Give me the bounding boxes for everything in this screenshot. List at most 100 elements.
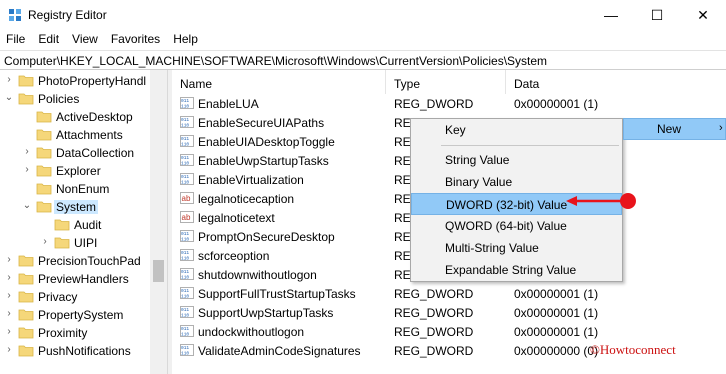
- tree-item[interactable]: › DataCollection: [0, 144, 166, 162]
- svg-text:011: 011: [181, 155, 189, 161]
- value-row[interactable]: 011 110 EnableLUA REG_DWORD 0x00000001 (1): [172, 94, 726, 113]
- value-name: PromptOnSecureDesktop: [198, 230, 335, 244]
- svg-text:110: 110: [181, 332, 189, 338]
- menu-view[interactable]: View: [66, 30, 105, 50]
- menu-file[interactable]: File: [0, 30, 32, 50]
- value-name: SupportFullTrustStartupTasks: [198, 287, 356, 301]
- dword-value-icon: 011110: [180, 268, 194, 280]
- chevron-right-icon[interactable]: ›: [4, 74, 14, 86]
- svg-text:011: 011: [181, 231, 189, 237]
- chevron-right-icon[interactable]: ›: [4, 254, 14, 266]
- tree-item[interactable]: › PushNotifications: [0, 342, 166, 360]
- tree-item-label: Explorer: [56, 164, 101, 178]
- column-header-type[interactable]: Type: [386, 70, 506, 94]
- dword-value-icon: 011110: [180, 97, 194, 109]
- tree-item-label: Audit: [74, 218, 102, 232]
- tree-item-label: System: [54, 200, 99, 214]
- tree-item-label: Policies: [38, 92, 80, 106]
- chevron-right-icon[interactable]: ›: [40, 236, 50, 248]
- tree-item[interactable]: ⌄ Policies: [0, 90, 166, 108]
- svg-text:011: 011: [181, 174, 189, 180]
- chevron-right-icon[interactable]: ›: [4, 272, 14, 284]
- value-row[interactable]: 011 110 undockwithoutlogon REG_DWORD 0x00000…: [172, 322, 726, 341]
- address-bar[interactable]: Computer\HKEY_LOCAL_MACHINE\SOFTWARE\Mic…: [0, 50, 726, 70]
- value-row[interactable]: 011 110 SupportFullTrustStartupTasks REG_DW…: [172, 284, 726, 303]
- value-name: shutdownwithoutlogon: [198, 268, 317, 282]
- value-data: 0x00000001 (1): [514, 306, 599, 320]
- tree-item[interactable]: Audit: [0, 216, 166, 234]
- svg-text:110: 110: [181, 161, 189, 167]
- tree-item[interactable]: › PreviewHandlers: [0, 270, 166, 288]
- value-row[interactable]: 011 110 SupportUwpStartupTasks REG_DWORD 0x0…: [172, 303, 726, 322]
- value-type: REG_DWORD: [394, 287, 474, 301]
- tree-scrollbar[interactable]: [150, 70, 167, 374]
- tree-item[interactable]: › PrecisionTouchPad: [0, 252, 166, 270]
- tree-item[interactable]: › PhotoPropertyHandl: [0, 72, 166, 90]
- tree-item[interactable]: › PropertySystem: [0, 306, 166, 324]
- maximize-button[interactable]: ☐: [634, 0, 680, 30]
- menu-help[interactable]: Help: [167, 30, 205, 50]
- column-header-data[interactable]: Data: [506, 70, 726, 94]
- string-value-icon: ab: [180, 211, 194, 223]
- menu-item-key[interactable]: Key: [411, 119, 622, 141]
- folder-icon: [18, 345, 34, 357]
- menu-edit[interactable]: Edit: [32, 30, 66, 50]
- minimize-button[interactable]: —: [588, 0, 634, 30]
- tree-item[interactable]: › Privacy: [0, 288, 166, 306]
- folder-icon: [18, 93, 34, 105]
- folder-icon: [54, 237, 70, 249]
- title-bar: Registry Editor — ☐ ✕: [0, 0, 726, 30]
- tree-item[interactable]: › UIPI: [0, 234, 166, 252]
- svg-text:011: 011: [181, 98, 189, 104]
- menu-item-multi-string-value[interactable]: Multi-String Value: [411, 237, 622, 259]
- value-type: REG_DWORD: [394, 306, 474, 320]
- chevron-right-icon[interactable]: ›: [22, 146, 32, 158]
- chevron-right-icon[interactable]: ›: [4, 344, 14, 356]
- scrollbar-thumb[interactable]: [153, 260, 164, 282]
- tree-item[interactable]: › Proximity: [0, 324, 166, 342]
- chevron-down-icon[interactable]: ⌄: [22, 200, 32, 212]
- tree-item-label: ActiveDesktop: [56, 110, 133, 124]
- folder-icon: [18, 327, 34, 339]
- chevron-right-icon[interactable]: ›: [22, 164, 32, 176]
- tree-item-label: PushNotifications: [38, 344, 131, 358]
- folder-icon: [18, 273, 34, 285]
- svg-text:110: 110: [181, 237, 189, 243]
- key-tree: › PhotoPropertyHandl ⌄ Policies ActiveDeskto…: [0, 70, 166, 374]
- address-path[interactable]: Computer\HKEY_LOCAL_MACHINE\SOFTWARE\Mic…: [4, 54, 547, 68]
- dword-value-icon: 011110: [180, 116, 194, 128]
- menu-favorites[interactable]: Favorites: [105, 30, 167, 50]
- tree-item-label: PreviewHandlers: [38, 272, 129, 286]
- submenu-arrow-icon: ›: [719, 122, 723, 134]
- svg-text:110: 110: [181, 313, 189, 319]
- svg-text:ab: ab: [182, 213, 191, 222]
- tree-item[interactable]: › Explorer: [0, 162, 166, 180]
- dword-value-icon: 011110: [180, 325, 194, 337]
- close-button[interactable]: ✕: [680, 0, 726, 30]
- chevron-right-icon[interactable]: ›: [4, 308, 14, 320]
- value-type: REG_DWORD: [394, 97, 474, 111]
- chevron-down-icon[interactable]: ⌄: [4, 92, 14, 104]
- tree-item[interactable]: ActiveDesktop: [0, 108, 166, 126]
- new-menu-item[interactable]: New ›: [623, 118, 726, 140]
- dword-value-icon: 011110: [180, 173, 194, 185]
- menu-item-string-value[interactable]: String Value: [411, 149, 622, 171]
- menu-item-label: Binary Value: [445, 175, 513, 189]
- menu-item-qword-64-bit-value[interactable]: QWORD (64-bit) Value: [411, 215, 622, 237]
- value-name: undockwithoutlogon: [198, 325, 305, 339]
- chevron-right-icon[interactable]: ›: [4, 290, 14, 302]
- folder-icon: [18, 75, 34, 87]
- column-header-name[interactable]: Name: [172, 70, 386, 94]
- menu-item-expandable-string-value[interactable]: Expandable String Value: [411, 259, 622, 281]
- new-menu-label: New: [657, 122, 682, 136]
- chevron-right-icon[interactable]: ›: [4, 326, 14, 338]
- tree-item-label: Attachments: [56, 128, 123, 142]
- folder-icon: [36, 183, 52, 195]
- tree-item-label: Proximity: [38, 326, 88, 340]
- tree-item[interactable]: NonEnum: [0, 180, 166, 198]
- tree-item[interactable]: Attachments: [0, 126, 166, 144]
- value-name: EnableUIADesktopToggle: [198, 135, 335, 149]
- tree-item-label: PrecisionTouchPad: [38, 254, 141, 268]
- tree-item[interactable]: ⌄ System: [0, 198, 166, 216]
- value-name: EnableLUA: [198, 97, 259, 111]
